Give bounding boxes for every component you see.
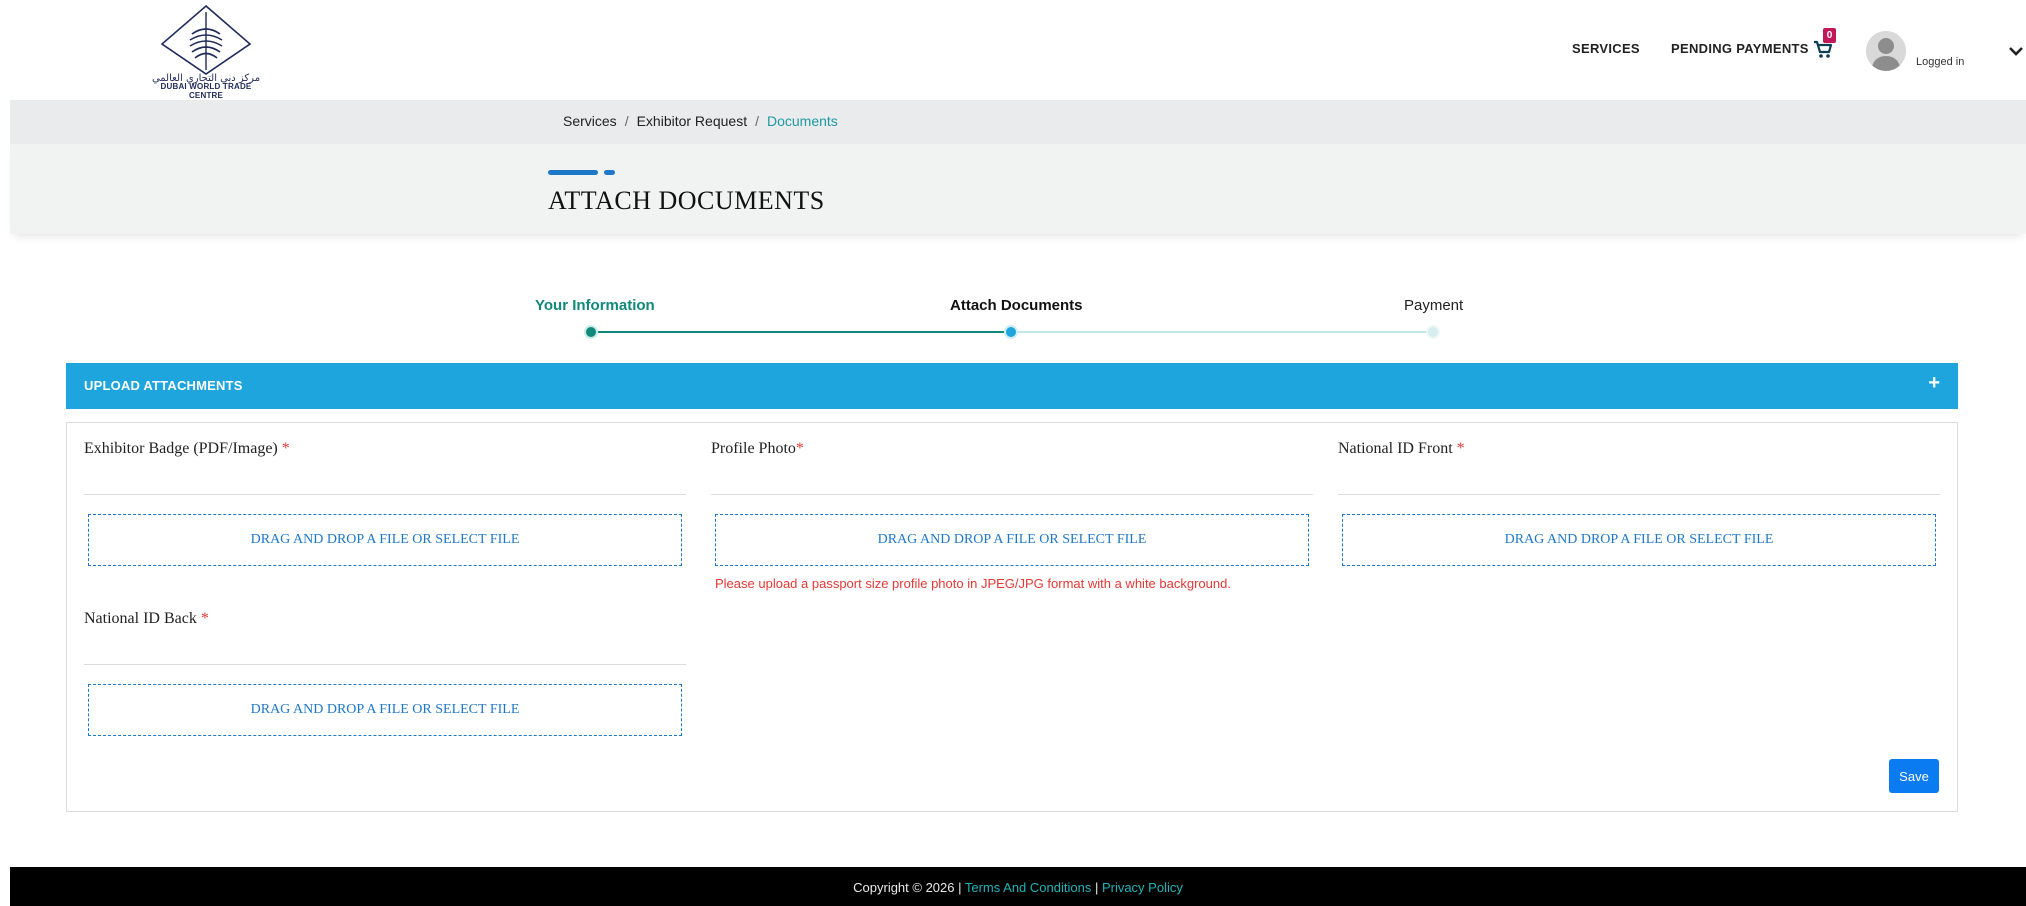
breadcrumb-current: Documents <box>766 113 838 129</box>
cart-count-badge: 0 <box>1823 28 1836 43</box>
step-dot-attach-documents <box>1006 327 1016 337</box>
plus-icon[interactable]: + <box>1928 373 1940 393</box>
title-band <box>10 144 2026 234</box>
stepper-line-pending <box>1011 331 1434 333</box>
field-label-exhibitor-badge: Exhibitor Badge (PDF/Image) * <box>84 440 290 458</box>
footer: Copyright © 2026 | Terms And Conditions … <box>10 867 2026 906</box>
footer-separator: | <box>1091 880 1102 895</box>
chevron-down-icon[interactable] <box>2008 44 2024 58</box>
field-label-national-id-back: National ID Back * <box>84 610 209 628</box>
title-accent-bar <box>548 170 598 175</box>
nav-services[interactable]: SERVICES <box>1572 41 1640 56</box>
user-avatar[interactable] <box>1866 31 1906 71</box>
breadcrumb-bar <box>10 100 2026 144</box>
step-payment[interactable]: Payment <box>1404 297 1463 314</box>
required-marker: * <box>281 440 290 457</box>
field-divider <box>84 664 686 665</box>
field-label-text: Profile Photo <box>711 440 796 457</box>
footer-text: Copyright © 2026 | Terms And Conditions … <box>10 880 2026 895</box>
national-id-front-dropzone[interactable]: DRAG AND DROP A FILE OR SELECT FILE <box>1342 514 1936 566</box>
user-avatar-icon <box>1866 31 1906 71</box>
step-dot-your-information <box>586 327 596 337</box>
save-button[interactable]: Save <box>1889 759 1939 793</box>
nav-pending-payments[interactable]: PENDING PAYMENTS <box>1671 41 1809 56</box>
privacy-link[interactable]: Privacy Policy <box>1102 880 1183 895</box>
copyright-text: Copyright © 2026 | <box>853 880 965 895</box>
breadcrumb: Services / Exhibitor Request / Documents <box>563 113 838 129</box>
upload-attachments-title: UPLOAD ATTACHMENTS <box>84 378 243 393</box>
required-marker: * <box>200 610 209 627</box>
exhibitor-badge-dropzone[interactable]: DRAG AND DROP A FILE OR SELECT FILE <box>88 514 682 566</box>
field-label-national-id-front: National ID Front * <box>1338 440 1465 458</box>
upload-panel <box>66 422 1958 812</box>
field-label-text: Exhibitor Badge (PDF/Image) <box>84 440 278 457</box>
profile-photo-dropzone[interactable]: DRAG AND DROP A FILE OR SELECT FILE <box>715 514 1309 566</box>
field-label-text: National ID Back <box>84 610 197 627</box>
required-marker: * <box>1456 440 1465 457</box>
breadcrumb-separator: / <box>624 113 629 129</box>
breadcrumb-separator: / <box>755 113 759 129</box>
terms-link[interactable]: Terms And Conditions <box>965 880 1091 895</box>
field-label-text: National ID Front <box>1338 440 1453 457</box>
step-dot-payment <box>1428 327 1438 337</box>
upload-attachments-header[interactable]: UPLOAD ATTACHMENTS + <box>66 363 1958 409</box>
logo-text-english: DUBAI WORLD TRADE CENTRE <box>160 82 252 100</box>
breadcrumb-services[interactable]: Services <box>563 113 617 129</box>
user-status: Logged in <box>1916 56 1965 68</box>
page-title: ATTACH DOCUMENTS <box>548 186 825 215</box>
field-label-profile-photo: Profile Photo* <box>711 440 804 458</box>
profile-photo-note: Please upload a passport size profile ph… <box>715 576 1231 591</box>
step-your-information[interactable]: Your Information <box>535 297 655 314</box>
field-divider <box>1338 494 1940 495</box>
stepper-line-completed <box>591 331 1011 333</box>
field-divider <box>84 494 686 495</box>
breadcrumb-exhibitor-request[interactable]: Exhibitor Request <box>637 113 748 129</box>
step-attach-documents[interactable]: Attach Documents <box>950 297 1083 314</box>
national-id-back-dropzone[interactable]: DRAG AND DROP A FILE OR SELECT FILE <box>88 684 682 736</box>
title-accent-bar-small <box>604 170 615 175</box>
required-marker: * <box>795 440 804 457</box>
header: مركز دبي التجاري العالمي DUBAI WORLD TRA… <box>0 0 2026 100</box>
field-divider <box>711 494 1313 495</box>
